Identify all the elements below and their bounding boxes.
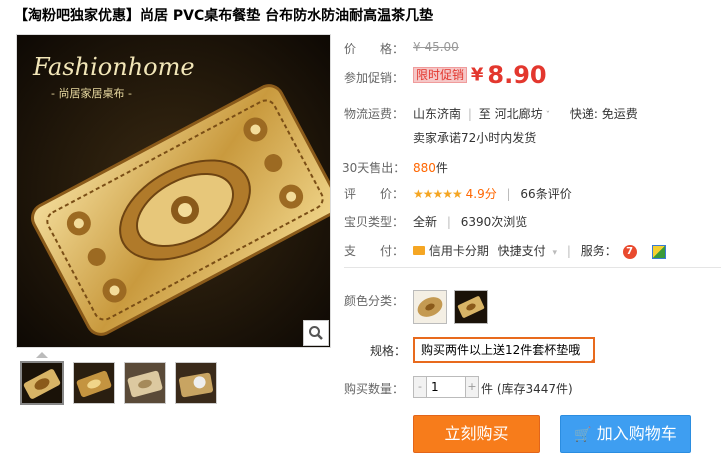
promo-currency: ¥ bbox=[470, 64, 484, 86]
sales-unit: 件 bbox=[435, 161, 448, 175]
promo-label: 参加促销： bbox=[344, 71, 405, 85]
add-cart-label: 加入购物车 bbox=[596, 424, 677, 443]
item-type-separator: | bbox=[446, 215, 451, 229]
chevron-down-icon[interactable]: ▾ bbox=[553, 248, 558, 258]
ship-from: 山东济南 bbox=[413, 107, 462, 121]
color-option-2[interactable] bbox=[454, 290, 488, 324]
seven-day-return-icon[interactable]: 7 bbox=[622, 244, 637, 259]
promo-price-block: 限时促销 ¥8.90 bbox=[413, 61, 547, 89]
tablecloth-illustration bbox=[17, 35, 330, 347]
thumbnail-3[interactable] bbox=[124, 362, 166, 404]
promo-price: 8.90 bbox=[487, 61, 547, 89]
thumbnail-2[interactable] bbox=[73, 362, 115, 404]
quantity-stepper: - + bbox=[413, 376, 479, 398]
stock-info: 件 (库存3447件) bbox=[481, 382, 573, 396]
payment-label: 支 付： bbox=[344, 244, 405, 258]
ship-to-select[interactable]: 河北廊坊 ˇ bbox=[495, 107, 551, 121]
view-count: 6390次浏览 bbox=[460, 215, 528, 229]
sales-label: 30天售出： bbox=[342, 161, 406, 175]
thumbnail-pointer bbox=[36, 352, 48, 358]
spec-value: 购买两件以上送12件套杯垫哦 bbox=[421, 343, 581, 357]
section-divider bbox=[344, 267, 721, 268]
rating-score: 4.9分 bbox=[465, 187, 497, 201]
shipping-row: 物流运费： bbox=[344, 105, 409, 122]
rating-label: 评 价： bbox=[344, 187, 405, 201]
rating-stars: ★★★★★ bbox=[413, 187, 463, 201]
rating-row: 评 价： bbox=[344, 185, 409, 202]
quantity-input[interactable] bbox=[426, 377, 466, 397]
credit-card-icon bbox=[413, 246, 425, 255]
rating-block: ★★★★★ 4.9分 | 66条评价 bbox=[413, 185, 572, 202]
spec-label: 规格： bbox=[370, 344, 407, 358]
ship-promise: 卖家承诺72小时内发货 bbox=[413, 131, 537, 145]
spec-option-selected[interactable]: 购买两件以上送12件套杯垫哦 bbox=[413, 337, 595, 363]
thumbnail-4[interactable] bbox=[175, 362, 217, 404]
quantity-row: 购买数量： bbox=[344, 380, 409, 397]
quantity-minus-button[interactable]: - bbox=[414, 377, 426, 397]
express-fee: 快递: 免运费 bbox=[569, 107, 638, 121]
color-option-1[interactable] bbox=[413, 290, 447, 324]
quick-pay[interactable]: 快捷支付 bbox=[498, 244, 546, 258]
sales-count-block: 880件 bbox=[413, 159, 448, 176]
guarantee-icon[interactable] bbox=[652, 244, 667, 259]
item-type-block: 全新 | 6390次浏览 bbox=[413, 213, 527, 230]
shipping-label: 物流运费： bbox=[344, 107, 405, 121]
ship-separator: | bbox=[467, 107, 472, 121]
review-count-link[interactable]: 66条评价 bbox=[520, 187, 571, 201]
chevron-down-icon: ˇ bbox=[545, 111, 551, 121]
credit-installment[interactable]: 信用卡分期 bbox=[429, 244, 489, 258]
quantity-plus-button[interactable]: + bbox=[466, 377, 478, 397]
color-row: 颜色分类： bbox=[344, 292, 409, 309]
color-label: 颜色分类： bbox=[344, 294, 405, 308]
payment-block: 信用卡分期 快捷支付 ▾ | 服务： 7 bbox=[413, 242, 667, 259]
service-label: 服务： bbox=[580, 244, 617, 258]
item-type-row: 宝贝类型： bbox=[344, 213, 409, 230]
price-label: 价 格： bbox=[344, 42, 405, 56]
add-to-cart-button[interactable]: 🛒 加入购物车 bbox=[560, 415, 691, 453]
product-title: 【淘粉吧独家优惠】尚居 PVC桌布餐垫 台布防水防油耐高温茶几垫 bbox=[14, 8, 434, 24]
payment-row: 支 付： bbox=[344, 242, 409, 259]
zoom-icon[interactable] bbox=[303, 320, 329, 346]
promo-row: 参加促销： bbox=[344, 69, 409, 86]
shipping-info: 山东济南 | 至 河北廊坊 ˇ 快递: 免运费 bbox=[413, 105, 638, 122]
thumbnail-1[interactable] bbox=[20, 361, 64, 405]
sales-count: 880 bbox=[413, 161, 436, 175]
spec-row: 规格： bbox=[370, 342, 406, 359]
payment-separator: | bbox=[566, 244, 571, 258]
original-price: ¥ 45.00 bbox=[413, 40, 459, 54]
price-row: 价 格： bbox=[344, 40, 409, 57]
quantity-label: 购买数量： bbox=[344, 382, 405, 396]
ship-to-sep: 至 bbox=[478, 107, 491, 121]
selected-corner-icon bbox=[589, 357, 595, 363]
cart-icon: 🛒 bbox=[574, 427, 592, 443]
brand-logo-text: Fashionhome bbox=[33, 53, 195, 81]
brand-subtitle: - 尚居家居桌布 - bbox=[51, 87, 132, 100]
item-condition: 全新 bbox=[413, 215, 438, 229]
limited-promo-badge: 限时促销 bbox=[413, 66, 468, 83]
rating-separator: | bbox=[506, 187, 511, 201]
buy-now-button[interactable]: 立刻购买 bbox=[413, 415, 540, 453]
main-product-image[interactable]: Fashionhome - 尚居家居桌布 - bbox=[16, 34, 331, 348]
sales-row: 30天售出： bbox=[342, 159, 412, 176]
item-type-label: 宝贝类型： bbox=[344, 215, 405, 229]
